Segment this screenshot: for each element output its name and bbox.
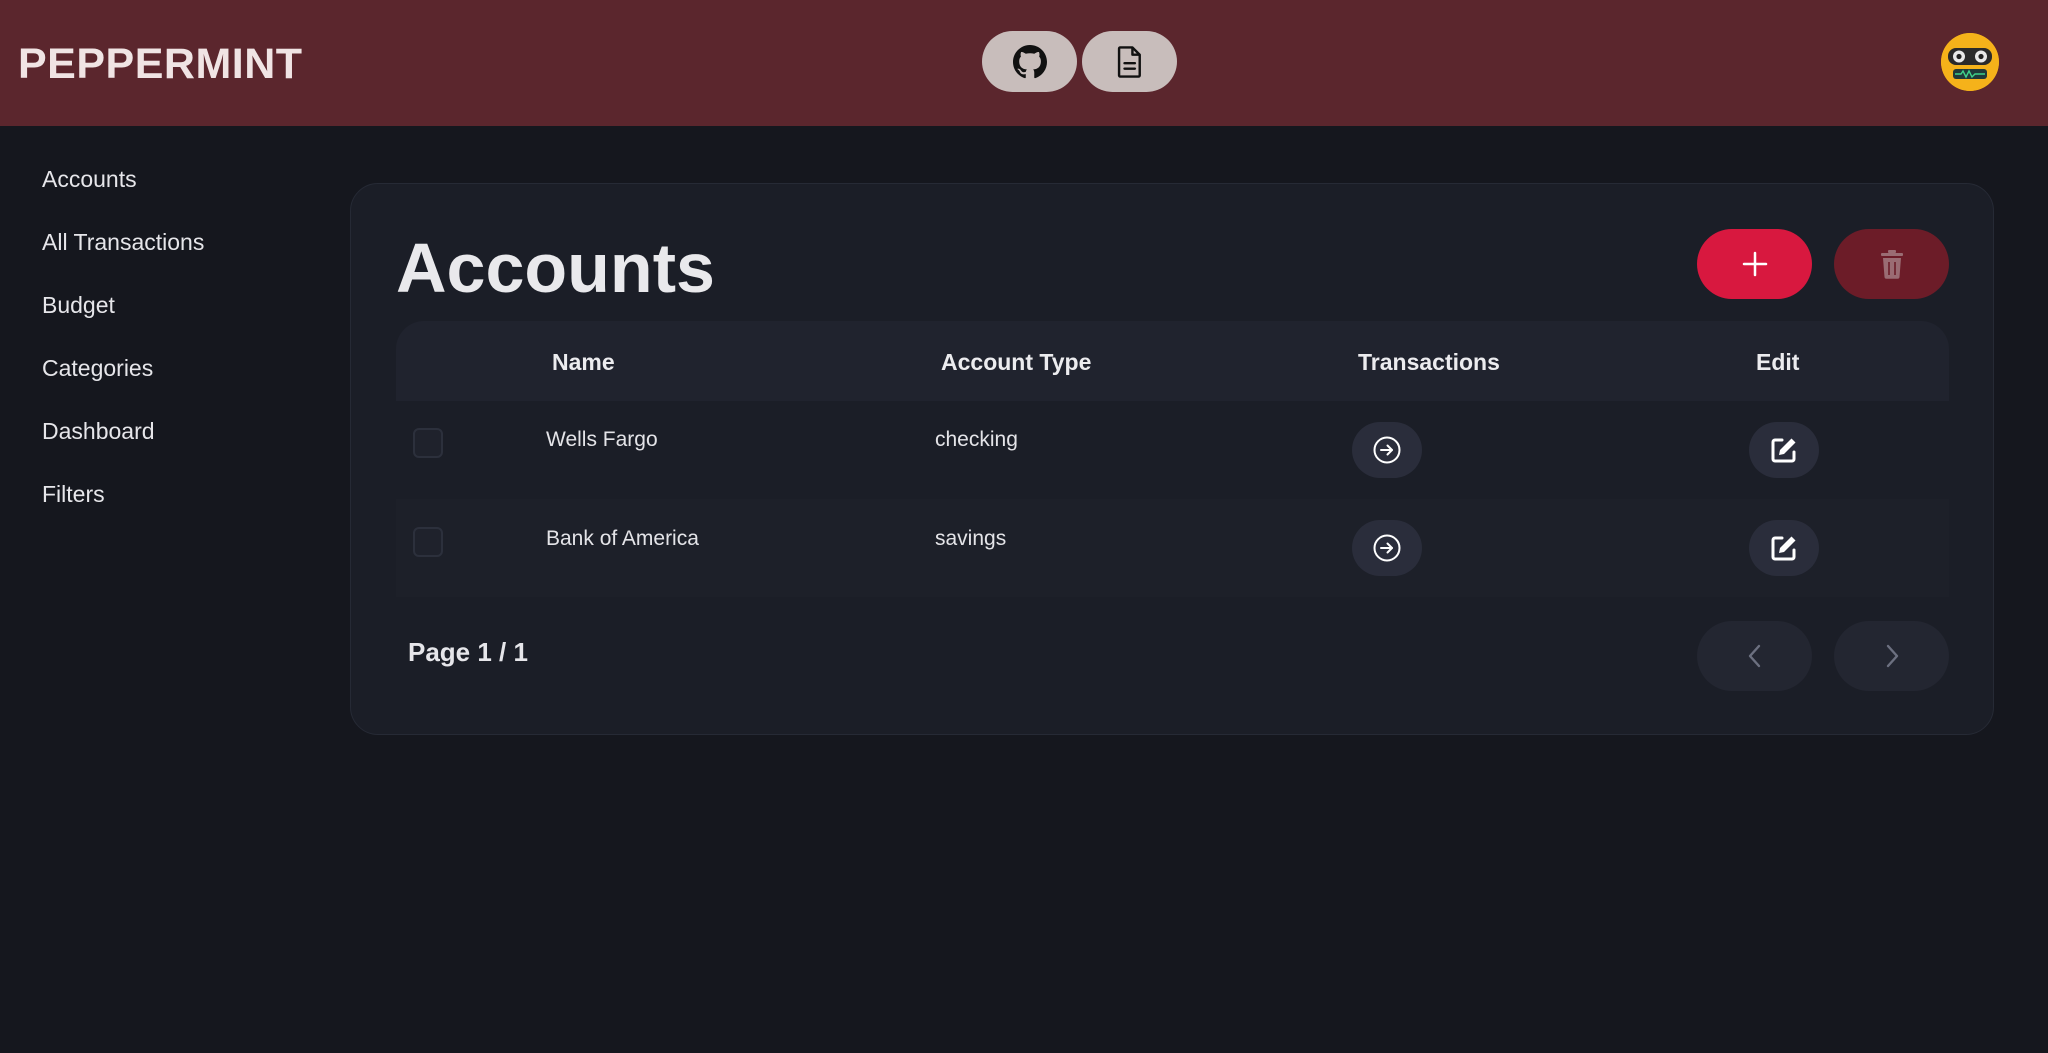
column-header-name: Name <box>552 349 615 375</box>
sidebar-item-budget[interactable]: Budget <box>42 292 115 319</box>
plus-icon <box>1742 251 1767 277</box>
row-checkbox[interactable] <box>413 428 443 458</box>
chevron-left-icon <box>1748 644 1760 668</box>
accounts-card: Accounts Name Account Type Transactions … <box>350 183 1994 735</box>
sidebar-item-dashboard[interactable]: Dashboard <box>42 418 155 445</box>
edit-account-button[interactable] <box>1749 520 1819 576</box>
view-transactions-button[interactable] <box>1352 520 1422 576</box>
user-avatar[interactable] <box>1941 33 1999 91</box>
robot-avatar-icon <box>1941 33 1999 91</box>
sidebar-item-all-transactions[interactable]: All Transactions <box>42 229 204 256</box>
row-checkbox[interactable] <box>413 527 443 557</box>
next-page-button[interactable] <box>1834 621 1949 691</box>
sidebar-item-categories[interactable]: Categories <box>42 355 153 382</box>
arrow-circle-right-icon <box>1373 534 1401 562</box>
edit-account-button[interactable] <box>1749 422 1819 478</box>
trash-icon <box>1880 250 1903 279</box>
add-account-button[interactable] <box>1697 229 1812 299</box>
account-type: checking <box>935 428 1018 451</box>
chevron-right-icon <box>1886 644 1898 668</box>
column-header-edit: Edit <box>1756 349 1800 375</box>
table-row: Wells Fargo checking <box>396 401 1949 499</box>
delete-account-button[interactable] <box>1834 229 1949 299</box>
account-name: Wells Fargo <box>546 428 658 451</box>
previous-page-button[interactable] <box>1697 621 1812 691</box>
account-type: savings <box>935 527 1007 550</box>
sidebar-item-accounts[interactable]: Accounts <box>42 166 137 193</box>
document-icon <box>1117 45 1141 78</box>
table-header: Name Account Type Transactions Edit <box>396 321 1949 401</box>
top-bar: PEPPERMINT <box>0 0 2048 126</box>
github-button[interactable] <box>982 31 1077 92</box>
account-name: Bank of America <box>546 527 699 550</box>
arrow-circle-right-icon <box>1373 436 1401 464</box>
sidebar-item-filters[interactable]: Filters <box>42 481 105 508</box>
page-title: Accounts <box>396 229 715 307</box>
column-header-account-type: Account Type <box>941 349 1092 375</box>
github-icon <box>1012 44 1047 78</box>
docs-button[interactable] <box>1082 31 1177 92</box>
column-header-transactions: Transactions <box>1358 349 1500 375</box>
edit-icon <box>1771 438 1796 463</box>
app-brand: PEPPERMINT <box>18 40 303 88</box>
view-transactions-button[interactable] <box>1352 422 1422 478</box>
edit-icon <box>1771 536 1796 561</box>
pagination-label: Page 1 / 1 <box>408 637 528 667</box>
table-row: Bank of America savings <box>396 499 1949 597</box>
